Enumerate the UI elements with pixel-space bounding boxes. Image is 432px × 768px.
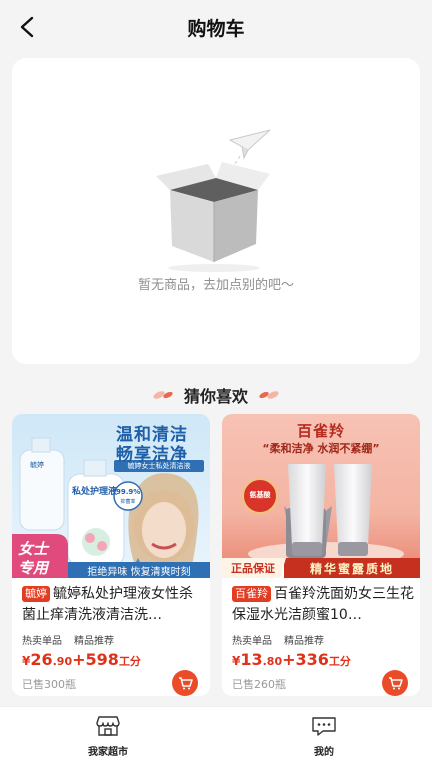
product-name: 百雀羚 百雀羚洗面奶女三生花保湿水光洁颜蜜10… (232, 584, 414, 626)
product-price: ¥13.80+336工分 (232, 650, 351, 669)
image-sub-banner: 毓婷女士私处清洁液 (127, 462, 191, 470)
chat-icon (312, 717, 336, 736)
sold-count: 已售260瓶 (232, 678, 286, 691)
tab-mine[interactable]: 我的 (264, 715, 384, 758)
price-decimal: .80 (262, 655, 283, 668)
product-card[interactable]: 百雀羚 “柔和洁净 水润不紧绷” 氨基酸 正品保证 精华蜜露质地 百雀羚 百雀羚洗… (222, 414, 420, 696)
price-decimal: .90 (52, 655, 73, 668)
image-slogan: “柔和洁净 水润不紧绷” (262, 442, 380, 455)
empty-box-icon (156, 129, 271, 272)
recommend-section-header: 猜你喜欢 (0, 382, 432, 408)
empty-cart-message: 暂无商品，去加点别的吧～ (137, 278, 294, 293)
image-logo: 百雀羚 (296, 424, 345, 440)
image-guarantee: 正品保证 (231, 562, 275, 575)
image-bottom-banner: 精华蜜露质地 (309, 562, 394, 576)
bottom-tab-bar: 我家超市 我的 (0, 706, 432, 768)
empty-cart-panel: 暂无商品，去加点别的吧～ (12, 58, 420, 364)
product-name: 毓婷 毓婷私处护理液女性杀菌止痒清洗液清洁洗… (22, 584, 204, 626)
price-integer: 26 (30, 650, 53, 669)
image-corner-text-1: 女士 (18, 540, 49, 558)
decor-right-icon (259, 391, 279, 399)
points-unit: 工分 (328, 655, 351, 668)
top-bar: 购物车 (0, 0, 432, 54)
bottle-label: 私处护理液 (72, 487, 118, 497)
tag-label: 热卖单品 (232, 636, 272, 647)
tag-label: 热卖单品 (22, 636, 62, 647)
product-image: 温和清洁 畅享洁净 毓婷女士私处清洁液 毓婷 私处护理液 99.9% 抑菌率 女… (12, 414, 210, 578)
tag-label: 精品推荐 (284, 636, 324, 647)
product-tags: 热卖单品 精品推荐 (22, 632, 114, 647)
tab-label: 我的 (314, 747, 334, 758)
price-points: +598 (72, 650, 119, 669)
brand-tag: 毓婷 (22, 586, 50, 602)
product-price: ¥26.90+598工分 (22, 650, 141, 669)
tag-label: 精品推荐 (74, 636, 114, 647)
image-badge-sub: 抑菌率 (120, 499, 136, 505)
price-integer: 13 (240, 650, 263, 669)
cart-icon (388, 676, 403, 689)
product-card[interactable]: 温和清洁 畅享洁净 毓婷女士私处清洁液 毓婷 私处护理液 99.9% 抑菌率 女… (12, 414, 210, 696)
image-badge: 99.9% (116, 488, 141, 496)
page-title: 购物车 (187, 18, 245, 40)
add-to-cart-button[interactable] (172, 670, 198, 696)
points-unit: 工分 (118, 655, 141, 668)
image-bottom-banner: 拒绝异味 恢复清爽时刻 (87, 567, 191, 578)
bottle-brand: 毓婷 (30, 461, 44, 469)
tab-my-supermarket[interactable]: 我家超市 (48, 715, 168, 758)
sold-count: 已售300瓶 (22, 678, 76, 691)
store-icon (96, 716, 120, 736)
add-to-cart-button[interactable] (382, 670, 408, 696)
product-tags: 热卖单品 精品推荐 (232, 632, 324, 647)
decor-left-icon (153, 391, 173, 399)
price-points: +336 (282, 650, 329, 669)
cart-icon (178, 676, 193, 689)
recommend-title: 猜你喜欢 (183, 387, 248, 406)
image-corner-text-2: 专用 (18, 559, 49, 577)
brand-tag: 百雀羚 (232, 586, 271, 602)
tab-label: 我家超市 (88, 747, 128, 758)
product-image: 百雀羚 “柔和洁净 水润不紧绷” 氨基酸 正品保证 精华蜜露质地 (222, 414, 420, 578)
image-seal: 氨基酸 (249, 491, 271, 499)
